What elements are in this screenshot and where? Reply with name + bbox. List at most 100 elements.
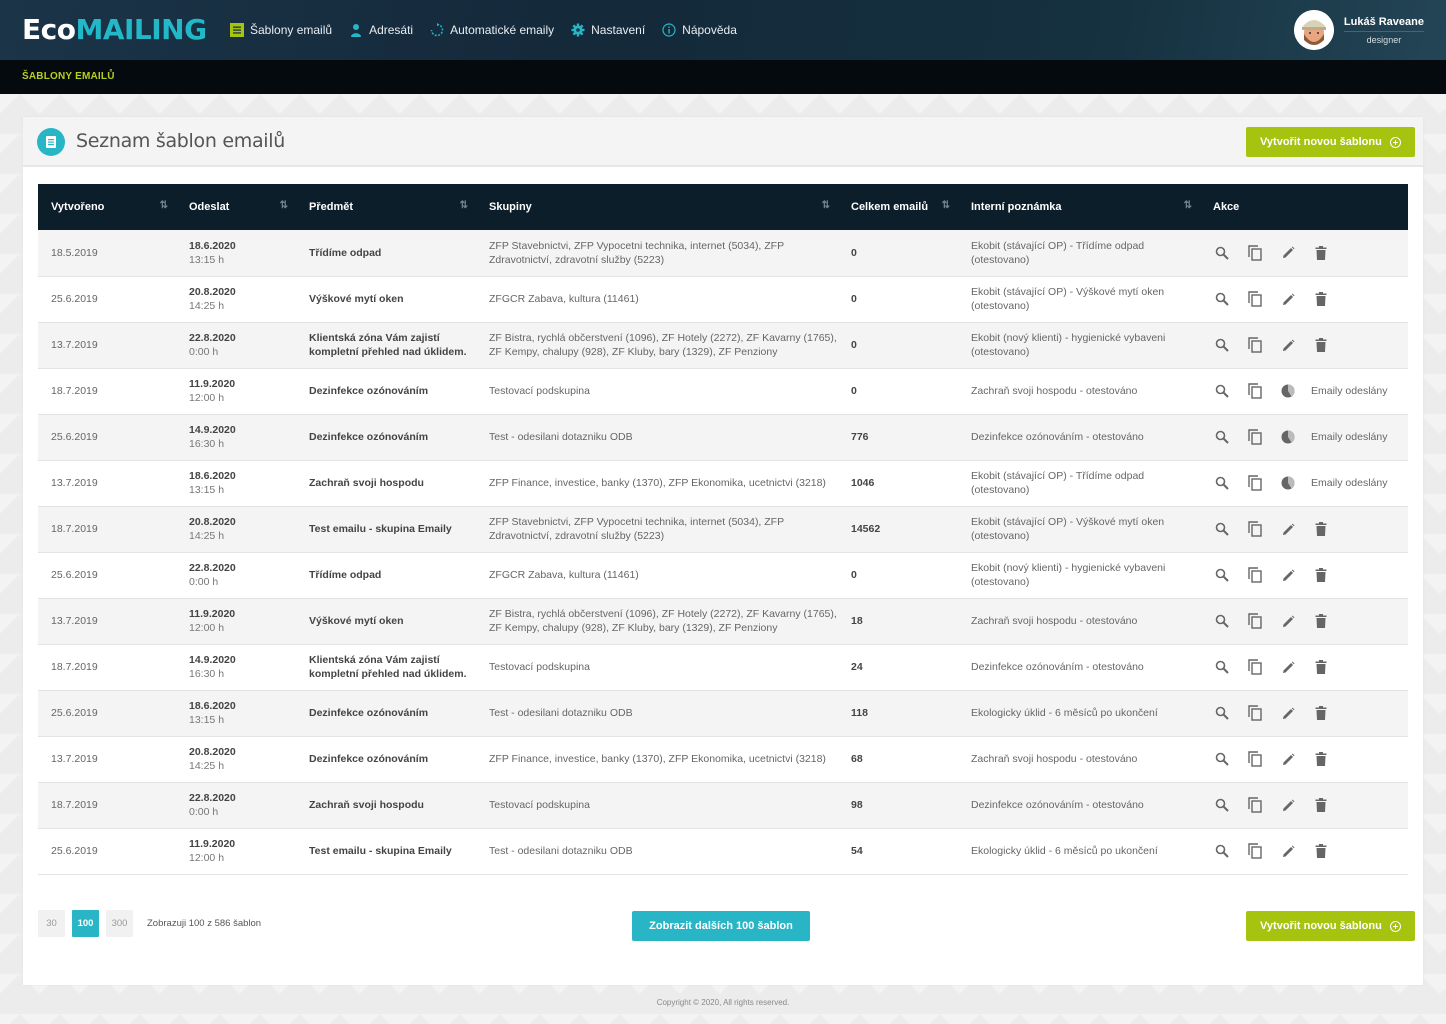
copy-icon[interactable] — [1246, 474, 1264, 492]
table-row[interactable]: 18.7.2019 22.8.2020 0:00 h Zachraň svoji … — [38, 782, 1408, 828]
column-header-note[interactable]: Interní poznámka ⇅ — [958, 184, 1200, 230]
edit-icon[interactable] — [1279, 566, 1297, 584]
search-icon[interactable] — [1213, 566, 1231, 584]
edit-icon[interactable] — [1279, 750, 1297, 768]
table-row[interactable]: 18.7.2019 14.9.2020 16:30 h Klientská zón… — [38, 644, 1408, 690]
edit-icon[interactable] — [1279, 336, 1297, 354]
search-icon[interactable] — [1213, 474, 1231, 492]
cell-subject: Klientská zóna Vám zajistí kompletní pře… — [296, 644, 476, 690]
nav-item-auto-emails[interactable]: Automatické emaily — [430, 23, 554, 37]
table-row[interactable]: 25.6.2019 20.8.2020 14:25 h Výškové mytí … — [38, 276, 1408, 322]
copy-icon[interactable] — [1246, 612, 1264, 630]
nav-item-help[interactable]: Nápověda — [662, 23, 737, 37]
trash-icon[interactable] — [1312, 796, 1330, 814]
trash-icon[interactable] — [1312, 750, 1330, 768]
search-icon[interactable] — [1213, 382, 1231, 400]
copy-icon[interactable] — [1246, 290, 1264, 308]
page-size-100[interactable]: 100 — [72, 910, 99, 937]
page-size-30[interactable]: 30 — [38, 910, 65, 937]
copy-icon[interactable] — [1246, 336, 1264, 354]
trash-icon[interactable] — [1312, 842, 1330, 860]
page-size-300[interactable]: 300 — [106, 910, 133, 937]
table-row[interactable]: 18.5.2019 18.6.2020 13:15 h Třídíme odpad… — [38, 230, 1408, 276]
sort-icon[interactable]: ⇅ — [280, 200, 288, 211]
search-icon[interactable] — [1213, 842, 1231, 860]
search-icon[interactable] — [1213, 520, 1231, 538]
table-row[interactable]: 13.7.2019 22.8.2020 0:00 h Klientská zóna… — [38, 322, 1408, 368]
sort-icon[interactable]: ⇅ — [460, 200, 468, 211]
cell-subject: Třídíme odpad — [296, 230, 476, 276]
column-header-subject[interactable]: Předmět ⇅ — [296, 184, 476, 230]
edit-icon[interactable] — [1279, 290, 1297, 308]
column-header-count[interactable]: Celkem emailů ⇅ — [838, 184, 958, 230]
breadcrumb[interactable]: ŠABLONY EMAILŮ — [22, 71, 115, 82]
search-icon[interactable] — [1213, 658, 1231, 676]
copy-icon[interactable] — [1246, 796, 1264, 814]
table-row[interactable]: 25.6.2019 22.8.2020 0:00 h Třídíme odpad … — [38, 552, 1408, 598]
table-row[interactable]: 18.7.2019 11.9.2020 12:00 h Dezinfekce oz… — [38, 368, 1408, 414]
copy-icon[interactable] — [1246, 428, 1264, 446]
load-more-button[interactable]: Zobrazit dalších 100 šablon — [632, 911, 810, 941]
copy-icon[interactable] — [1246, 244, 1264, 262]
search-icon[interactable] — [1213, 290, 1231, 308]
column-header-groups[interactable]: Skupiny ⇅ — [476, 184, 838, 230]
column-header-send[interactable]: Odeslat ⇅ — [176, 184, 296, 230]
copy-icon[interactable] — [1246, 520, 1264, 538]
column-header-created[interactable]: Vytvořeno ⇅ — [38, 184, 176, 230]
trash-icon[interactable] — [1312, 704, 1330, 722]
create-template-button[interactable]: Vytvořit novou šablonu — [1246, 127, 1415, 157]
copy-icon[interactable] — [1246, 566, 1264, 584]
stats-pie-icon[interactable] — [1279, 474, 1297, 492]
table-row[interactable]: 13.7.2019 11.9.2020 12:00 h Výškové mytí … — [38, 598, 1408, 644]
trash-icon[interactable] — [1312, 290, 1330, 308]
copy-icon[interactable] — [1246, 750, 1264, 768]
table-row[interactable]: 13.7.2019 18.6.2020 13:15 h Zachraň svoji… — [38, 460, 1408, 506]
search-icon[interactable] — [1213, 336, 1231, 354]
edit-icon[interactable] — [1279, 658, 1297, 676]
nav-item-settings[interactable]: Nastavení — [571, 23, 645, 37]
stats-pie-icon[interactable] — [1279, 428, 1297, 446]
copy-icon[interactable] — [1246, 842, 1264, 860]
send-time: 12:00 h — [189, 622, 225, 634]
cell-groups: Testovací podskupina — [476, 782, 838, 828]
edit-icon[interactable] — [1279, 520, 1297, 538]
search-icon[interactable] — [1213, 796, 1231, 814]
search-icon[interactable] — [1213, 704, 1231, 722]
created: 25.6.2019 — [51, 569, 98, 581]
copy-icon[interactable] — [1246, 382, 1264, 400]
table-row[interactable]: 25.6.2019 14.9.2020 16:30 h Dezinfekce oz… — [38, 414, 1408, 460]
table-row[interactable]: 25.6.2019 18.6.2020 13:15 h Dezinfekce oz… — [38, 690, 1408, 736]
cell-groups: ZFGCR Zabava, kultura (11461) — [476, 276, 838, 322]
sort-icon[interactable]: ⇅ — [822, 200, 830, 211]
edit-icon[interactable] — [1279, 244, 1297, 262]
search-icon[interactable] — [1213, 612, 1231, 630]
nav-item-templates[interactable]: Šablony emailů — [230, 23, 332, 37]
trash-icon[interactable] — [1312, 336, 1330, 354]
trash-icon[interactable] — [1312, 612, 1330, 630]
table-row[interactable]: 13.7.2019 20.8.2020 14:25 h Dezinfekce oz… — [38, 736, 1408, 782]
user-icon — [351, 24, 362, 37]
nav-item-recipients[interactable]: Adresáti — [349, 23, 413, 37]
stats-pie-icon[interactable] — [1279, 382, 1297, 400]
search-icon[interactable] — [1213, 750, 1231, 768]
create-template-button-bottom[interactable]: Vytvořit novou šablonu — [1246, 911, 1415, 941]
edit-icon[interactable] — [1279, 842, 1297, 860]
trash-icon[interactable] — [1312, 244, 1330, 262]
sort-icon[interactable]: ⇅ — [160, 200, 168, 211]
copy-icon[interactable] — [1246, 658, 1264, 676]
edit-icon[interactable] — [1279, 704, 1297, 722]
table-row[interactable]: 18.7.2019 20.8.2020 14:25 h Test emailu -… — [38, 506, 1408, 552]
search-icon[interactable] — [1213, 428, 1231, 446]
sort-icon[interactable]: ⇅ — [1184, 200, 1192, 211]
search-icon[interactable] — [1213, 244, 1231, 262]
user-profile[interactable]: Lukáš Raveane designer — [1293, 10, 1424, 50]
table-row[interactable]: 25.6.2019 11.9.2020 12:00 h Test emailu -… — [38, 828, 1408, 874]
sort-icon[interactable]: ⇅ — [942, 200, 950, 211]
logo[interactable]: EcoMAILING — [22, 13, 207, 46]
trash-icon[interactable] — [1312, 566, 1330, 584]
trash-icon[interactable] — [1312, 520, 1330, 538]
edit-icon[interactable] — [1279, 612, 1297, 630]
trash-icon[interactable] — [1312, 658, 1330, 676]
copy-icon[interactable] — [1246, 704, 1264, 722]
edit-icon[interactable] — [1279, 796, 1297, 814]
